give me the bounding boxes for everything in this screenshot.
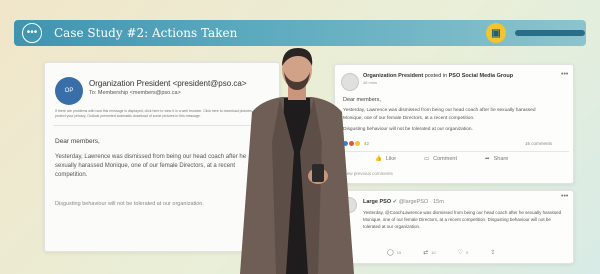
upload-icon: ⇪ — [490, 250, 496, 256]
share-button[interactable]: ➦ Share — [485, 156, 508, 162]
heart-icon: ♡ — [457, 250, 464, 256]
more-options-icon[interactable]: ••• — [561, 193, 568, 200]
verified-icon: ✔ — [392, 199, 398, 205]
retweet-button[interactable]: ⇄ 10 — [423, 249, 435, 256]
reply-icon: ◯ — [387, 250, 394, 256]
retweet-count: 10 — [431, 250, 436, 255]
tweet-like-count: 9 — [466, 250, 469, 255]
retweet-icon: ⇄ — [423, 250, 429, 256]
email-greeting: Dear members, — [55, 138, 100, 145]
thumbs-up-icon: 👍 — [375, 156, 382, 162]
tweet-like-button[interactable]: ♡ 9 — [458, 249, 469, 256]
share-icon: ➦ — [485, 156, 490, 162]
phone-icon — [312, 164, 324, 182]
chat-badge-icon[interactable]: ▣ — [486, 23, 506, 43]
more-options-icon[interactable]: ••• — [561, 71, 568, 78]
comment-label: Comment — [433, 156, 457, 162]
post-author[interactable]: Organization President — [363, 73, 423, 79]
like-button[interactable]: 👍 Like — [375, 156, 396, 162]
post-body: Yesterday, Lawrence was dismissed from b… — [343, 108, 536, 121]
email-to: To: Membership <members@pso.ca> — [89, 90, 181, 96]
comment-count[interactable]: 16 comments — [525, 141, 552, 146]
share-label: Share — [493, 156, 509, 162]
like-label: Like — [385, 156, 396, 162]
post-divider — [341, 151, 569, 152]
progress-bar — [515, 30, 585, 36]
tweet-handle: @largePSO · 15m — [398, 199, 444, 205]
comment-button[interactable]: ▭ Comment — [424, 156, 457, 162]
sender-avatar: OP — [55, 77, 83, 105]
reply-button[interactable]: ◯ 15 — [387, 249, 401, 256]
presenter-figure — [240, 48, 354, 274]
post-actions: 👍 Like ▭ Comment ➦ Share — [375, 156, 508, 162]
post-header: Organization President posted in PSO Soc… — [363, 73, 513, 79]
tweet-body: Yesterday, @CoachLawrence was dismissed … — [363, 210, 562, 229]
tweet-actions: ◯ 15 ⇄ 10 ♡ 9 ⇪ — [387, 249, 495, 256]
tweet-header: Large PSO ✔ @largePSO · 15m — [363, 199, 444, 205]
reply-count: 15 — [396, 250, 402, 255]
post-posted-in: posted in — [424, 73, 448, 79]
comment-icon: ▭ — [423, 156, 430, 162]
tweet-share-button[interactable]: ⇪ — [490, 249, 495, 256]
ellipsis-circle-icon[interactable]: ••• — [22, 23, 42, 43]
post-group[interactable]: PSO Social Media Group — [449, 73, 514, 79]
slide-title: Case Study #2: Actions Taken — [54, 26, 238, 40]
